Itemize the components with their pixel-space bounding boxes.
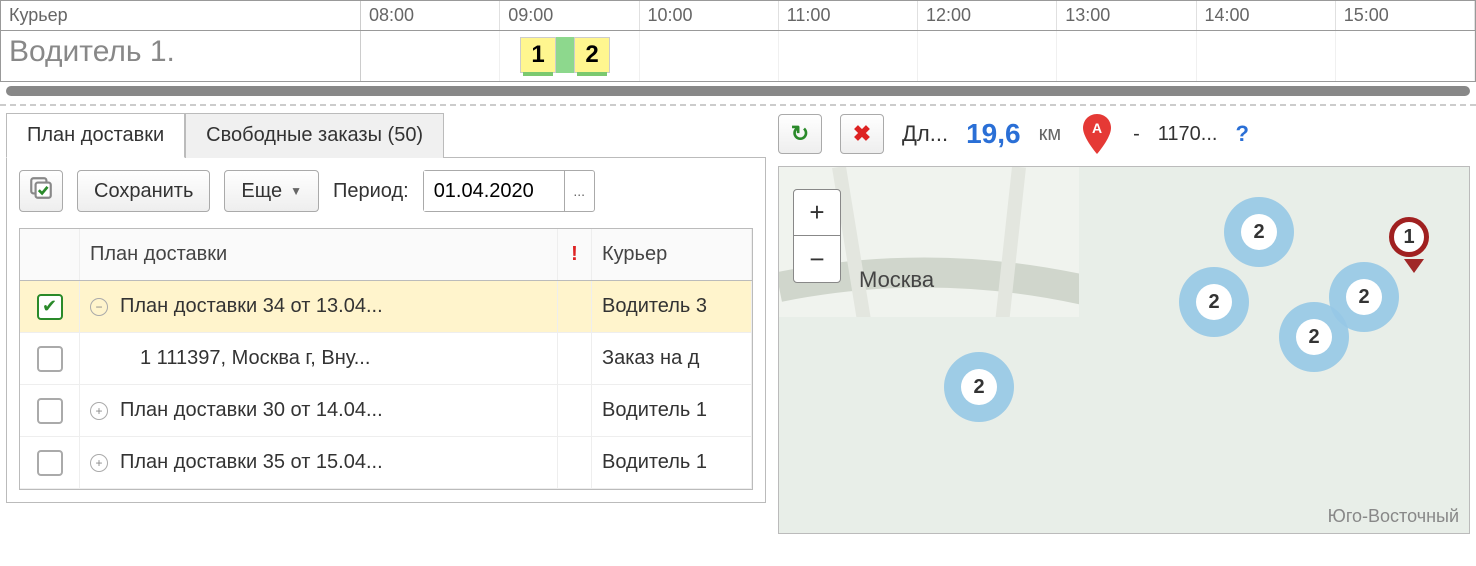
row-checkbox[interactable] — [37, 346, 63, 372]
dash: - — [1133, 123, 1140, 146]
time-slot: 11:00 — [779, 1, 918, 30]
distance-value: 19,6 — [966, 118, 1021, 150]
time-slot: 12:00 — [918, 1, 1057, 30]
plan-text: 1 111397, Москва г, Вну... — [140, 347, 370, 370]
refresh-icon: ↻ — [791, 121, 809, 147]
close-icon: ✖ — [853, 121, 871, 147]
route-code: 1170... — [1158, 123, 1218, 146]
courier-text: Водитель 1 — [592, 437, 752, 488]
more-label: Еще — [241, 180, 282, 203]
more-button[interactable]: Еще ▼ — [224, 170, 319, 212]
period-input[interactable] — [424, 171, 564, 211]
table-header: План доставки ! Курьер — [20, 229, 752, 281]
expand-icon[interactable]: + — [90, 402, 108, 420]
courier-text: Водитель 3 — [592, 281, 752, 332]
map-arrow-icon — [1404, 259, 1424, 273]
col-plan[interactable]: План доставки — [80, 229, 558, 280]
plan-text: План доставки 34 от 13.04... — [120, 295, 383, 318]
zoom-in-button[interactable]: + — [794, 190, 840, 236]
timeline-stop[interactable]: 2 — [574, 37, 610, 73]
select-all-button[interactable] — [19, 170, 63, 212]
plan-table: План доставки ! Курьер ✔ −План доставки … — [19, 228, 753, 490]
col-check — [20, 229, 80, 280]
time-slot: 15:00 — [1336, 1, 1475, 30]
col-alert: ! — [558, 229, 592, 280]
timeline-header-label: Курьер — [1, 1, 361, 30]
driver-name: Водитель 1. — [1, 31, 361, 81]
chevron-down-icon: ▼ — [290, 184, 302, 198]
table-row[interactable]: + План доставки 30 от 14.04... Водитель 1 — [20, 385, 752, 437]
table-row[interactable]: + План доставки 35 от 15.04... Водитель 1 — [20, 437, 752, 489]
time-slot: 13:00 — [1057, 1, 1196, 30]
time-slot: 09:00 — [500, 1, 639, 30]
period-field[interactable]: ... — [423, 170, 595, 212]
check-icon: ✔ — [42, 296, 57, 317]
plan-text: План доставки 30 от 14.04... — [120, 399, 383, 422]
map-label-city: Москва — [859, 267, 934, 293]
map-cluster[interactable]: 2 — [1224, 197, 1294, 267]
zoom-control: + − — [793, 189, 841, 283]
courier-text: Заказ на д — [592, 333, 752, 384]
route-toolbar: ↻ ✖ Дл... 19,6 км А - 1170... ? — [778, 112, 1470, 156]
tab-free-orders[interactable]: Свободные заказы (50) — [185, 113, 444, 158]
map-cluster[interactable]: 2 — [1179, 267, 1249, 337]
collapse-icon[interactable]: − — [90, 298, 108, 316]
help-icon[interactable]: ? — [1235, 121, 1248, 147]
time-slot: 10:00 — [640, 1, 779, 30]
map-point-1[interactable]: 1 — [1389, 217, 1429, 257]
table-row[interactable]: 1 111397, Москва г, Вну... Заказ на д — [20, 333, 752, 385]
period-label: Период: — [333, 180, 409, 203]
time-slot: 14:00 — [1197, 1, 1336, 30]
row-checkbox[interactable]: ✔ — [37, 294, 63, 320]
divider — [0, 104, 1476, 106]
timeline: Курьер 08:00 09:00 10:00 11:00 12:00 13:… — [0, 0, 1476, 82]
plan-text: План доставки 35 от 15.04... — [120, 451, 383, 474]
select-all-icon — [28, 175, 54, 207]
toolbar: Сохранить Еще ▼ Период: ... — [19, 170, 753, 212]
row-checkbox[interactable] — [37, 450, 63, 476]
alert-icon: ! — [571, 243, 578, 266]
table-row[interactable]: ✔ −План доставки 34 от 13.04... Водитель… — [20, 281, 752, 333]
zoom-out-button[interactable]: − — [794, 236, 840, 282]
time-slot: 08:00 — [361, 1, 500, 30]
row-checkbox[interactable] — [37, 398, 63, 424]
refresh-button[interactable]: ↻ — [778, 114, 822, 154]
expand-icon[interactable]: + — [90, 454, 108, 472]
left-panel: План доставки Свободные заказы (50) Сохр… — [6, 112, 766, 534]
timeline-stop[interactable]: 1 — [520, 37, 556, 73]
col-courier[interactable]: Курьер — [592, 229, 752, 280]
courier-text: Водитель 1 — [592, 385, 752, 436]
map-cluster[interactable]: 2 — [1329, 262, 1399, 332]
clear-button[interactable]: ✖ — [840, 114, 884, 154]
distance-label: Дл... — [902, 121, 948, 147]
timeline-lanes: 1 2 — [361, 31, 1475, 81]
map-label-district: Юго-Восточный — [1328, 506, 1459, 527]
route-point-a-icon: А — [1079, 112, 1115, 156]
period-picker-button[interactable]: ... — [564, 171, 594, 211]
timeline-header: Курьер 08:00 09:00 10:00 11:00 12:00 13:… — [1, 1, 1475, 31]
timeline-gap — [556, 37, 574, 73]
tab-bar: План доставки Свободные заказы (50) — [6, 112, 766, 158]
svg-text:А: А — [1092, 120, 1102, 136]
timeline-row[interactable]: Водитель 1. 1 2 — [1, 31, 1475, 81]
timeline-scrollbar[interactable] — [6, 86, 1470, 96]
tab-plan[interactable]: План доставки — [6, 113, 185, 158]
distance-unit: км — [1039, 123, 1062, 146]
save-button[interactable]: Сохранить — [77, 170, 210, 212]
map-cluster[interactable]: 2 — [944, 352, 1014, 422]
map[interactable]: + − Москва Юго-Восточный 2 2 2 2 2 1 — [778, 166, 1470, 534]
right-panel: ↻ ✖ Дл... 19,6 км А - 1170... ? — [778, 112, 1470, 534]
